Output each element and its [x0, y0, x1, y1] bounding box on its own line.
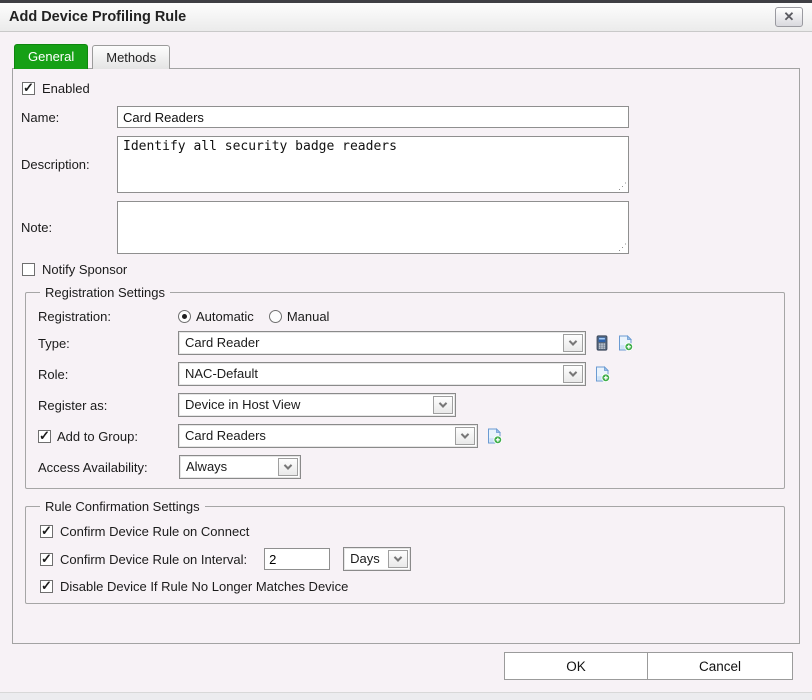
interval-unit-select[interactable]: Days — [343, 547, 411, 571]
registration-label: Registration: — [38, 309, 178, 324]
role-value[interactable]: NAC-Default — [179, 363, 561, 385]
add-to-group-checkbox[interactable] — [38, 430, 51, 443]
description-textarea[interactable]: Identify all security badge readers — [117, 136, 629, 193]
tab-general[interactable]: General — [14, 44, 88, 69]
dialog-title: Add Device Profiling Rule — [9, 9, 186, 25]
add-new-type-icon[interactable] — [617, 335, 633, 351]
note-row: Note: ⋰ — [19, 201, 789, 254]
chevron-down-icon — [569, 337, 577, 345]
register-as-value[interactable]: Device in Host View — [179, 394, 431, 416]
chevron-down-icon — [439, 399, 447, 407]
confirm-on-connect-checkbox[interactable] — [40, 525, 53, 538]
chevron-down-icon — [394, 553, 402, 561]
resize-grip-icon[interactable]: ⋰ — [617, 242, 627, 253]
resize-grip-icon[interactable]: ⋰ — [617, 181, 627, 192]
add-to-group-label: Add to Group: — [57, 429, 138, 444]
notify-sponsor-row: Notify Sponsor — [22, 262, 789, 277]
enabled-checkbox[interactable] — [22, 82, 35, 95]
access-availability-row: Access Availability: Always — [38, 455, 774, 479]
interval-value-input[interactable] — [264, 548, 330, 570]
automatic-radio[interactable] — [178, 310, 191, 323]
tab-methods[interactable]: Methods — [92, 45, 170, 69]
dialog-titlebar: Add Device Profiling Rule ✕ — [0, 3, 812, 32]
dialog-footer: OK Cancel — [12, 652, 793, 680]
confirm-on-connect-row: Confirm Device Rule on Connect — [38, 524, 774, 539]
confirm-on-connect-label: Confirm Device Rule on Connect — [60, 524, 249, 539]
registration-settings-fieldset: Registration Settings Registration: Auto… — [25, 285, 785, 489]
register-as-label: Register as: — [38, 398, 178, 413]
disable-if-no-match-checkbox[interactable] — [40, 580, 53, 593]
chevron-down-icon — [569, 368, 577, 376]
add-to-group-combobox[interactable]: Card Readers — [178, 424, 478, 448]
confirm-on-interval-row: Confirm Device Rule on Interval: Days — [38, 547, 774, 571]
group-action-icons — [486, 428, 502, 444]
chevron-down-icon — [284, 461, 292, 469]
enabled-row: Enabled — [22, 81, 789, 96]
role-label: Role: — [38, 367, 178, 382]
rule-confirmation-settings-legend: Rule Confirmation Settings — [40, 499, 205, 514]
role-dropdown-button[interactable] — [563, 365, 583, 383]
interval-unit-value[interactable]: Days — [344, 548, 386, 570]
add-new-group-icon[interactable] — [486, 428, 502, 444]
add-new-role-icon[interactable] — [594, 366, 610, 382]
type-label: Type: — [38, 336, 178, 351]
role-action-icons — [594, 366, 610, 382]
note-textarea[interactable] — [117, 201, 629, 254]
registration-row: Registration: Automatic Manual — [38, 309, 774, 324]
name-label: Name: — [19, 110, 117, 125]
note-label: Note: — [19, 220, 117, 235]
register-as-row: Register as: Device in Host View — [38, 393, 774, 417]
chevron-down-icon — [461, 430, 469, 438]
type-value[interactable]: Card Reader — [179, 332, 561, 354]
registration-radio-group: Automatic Manual — [178, 309, 339, 324]
general-tab-panel: Enabled Name: Description: Identify all … — [12, 68, 800, 644]
add-to-group-row: Add to Group: Card Readers — [38, 424, 774, 448]
manual-radio[interactable] — [269, 310, 282, 323]
add-to-group-value[interactable]: Card Readers — [179, 425, 453, 447]
type-dropdown-button[interactable] — [563, 334, 583, 352]
add-to-group-dropdown-button[interactable] — [455, 427, 475, 445]
cancel-button[interactable]: Cancel — [647, 652, 793, 680]
notify-sponsor-label: Notify Sponsor — [42, 262, 127, 277]
type-row: Type: Card Reader — [38, 331, 774, 355]
tab-bar: General Methods — [12, 44, 800, 69]
access-availability-select[interactable]: Always — [179, 455, 301, 479]
access-availability-label: Access Availability: — [38, 460, 179, 475]
description-row: Description: Identify all security badge… — [19, 136, 789, 193]
add-to-group-label-cell: Add to Group: — [38, 429, 178, 444]
name-row: Name: — [19, 106, 789, 128]
automatic-radio-label: Automatic — [196, 309, 254, 324]
disable-if-no-match-row: Disable Device If Rule No Longer Matches… — [38, 579, 774, 594]
notify-sponsor-checkbox[interactable] — [22, 263, 35, 276]
register-as-dropdown-button[interactable] — [433, 396, 453, 414]
role-combobox[interactable]: NAC-Default — [178, 362, 586, 386]
dialog-bottom-edge — [0, 692, 812, 700]
name-input[interactable] — [117, 106, 629, 128]
type-action-icons — [594, 335, 633, 351]
access-availability-dropdown-button[interactable] — [278, 458, 298, 476]
device-type-icon[interactable] — [594, 335, 610, 351]
manual-radio-label: Manual — [287, 309, 330, 324]
confirm-on-interval-checkbox[interactable] — [40, 553, 53, 566]
type-combobox[interactable]: Card Reader — [178, 331, 586, 355]
register-as-select[interactable]: Device in Host View — [178, 393, 456, 417]
disable-if-no-match-label: Disable Device If Rule No Longer Matches… — [60, 579, 348, 594]
close-icon[interactable]: ✕ — [775, 7, 803, 27]
dialog-body: General Methods Enabled Name: Descriptio… — [0, 32, 812, 680]
role-row: Role: NAC-Default — [38, 362, 774, 386]
description-label: Description: — [19, 157, 117, 172]
ok-button[interactable]: OK — [504, 652, 648, 680]
registration-settings-legend: Registration Settings — [40, 285, 170, 300]
enabled-label: Enabled — [42, 81, 90, 96]
access-availability-value[interactable]: Always — [180, 456, 276, 478]
confirm-on-interval-label: Confirm Device Rule on Interval: — [60, 552, 247, 567]
rule-confirmation-settings-fieldset: Rule Confirmation Settings Confirm Devic… — [25, 499, 785, 604]
interval-unit-dropdown-button[interactable] — [388, 550, 408, 568]
